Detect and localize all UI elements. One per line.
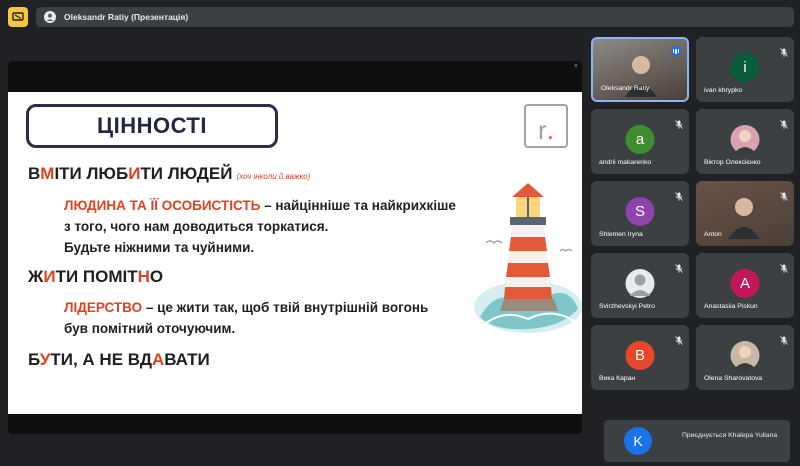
participant-avatar: a <box>625 125 655 154</box>
participant-name: ivan khrypko <box>704 87 743 94</box>
participant-name: Вика Каран <box>599 375 636 382</box>
mic-off-icon <box>780 188 788 201</box>
presentation-stage: × ЦІННОСТІ r. ВМІТИ ЛЮБИТИ ЛЮДЕЙ (хоч інк… <box>8 61 582 434</box>
value-heading-2: ЖИТИ ПОМІТНО <box>28 267 164 286</box>
heading-note: (хоч інколи й важко) <box>236 172 311 181</box>
participant-avatar: i <box>730 53 760 82</box>
mic-off-icon <box>675 332 683 345</box>
participant-tile[interactable]: Svirzhevskyi Petro <box>591 253 689 318</box>
mic-off-icon <box>675 260 683 273</box>
participant-tile[interactable]: Anton <box>696 181 794 246</box>
presentation-slide: ЦІННОСТІ r. ВМІТИ ЛЮБИТИ ЛЮДЕЙ (хоч інкол… <box>8 92 582 414</box>
mic-off-icon <box>780 260 788 273</box>
lighthouse-illustration <box>474 183 582 333</box>
value-description-2: ЛІДЕРСТВО – це жити так, щоб твій внутрі… <box>64 300 429 336</box>
mic-off-icon <box>780 116 788 129</box>
participant-name: Oleksandr Ratiy <box>601 85 650 92</box>
participant-tile[interactable]: A Anastasiia Piskun <box>696 253 794 318</box>
logo: r. <box>524 104 568 148</box>
participant-name: Віктор Олексієнко <box>704 159 761 166</box>
slide-title-box: ЦІННОСТІ <box>26 104 278 148</box>
participant-tile[interactable]: Віктор Олексієнко <box>696 109 794 174</box>
join-notification-text: Приєднується Khalepa Yuliana <box>682 432 778 439</box>
mic-off-icon <box>675 188 683 201</box>
presentation-icon <box>12 12 24 21</box>
participant-name: Shlemen Iryna <box>599 231 643 238</box>
participant-avatar: S <box>625 197 655 226</box>
joining-avatar: K <box>624 427 652 455</box>
join-notification[interactable]: K Приєднується Khalepa Yuliana <box>604 420 790 462</box>
participant-photo <box>730 341 760 370</box>
mic-off-icon <box>675 116 683 129</box>
participant-video <box>726 193 762 239</box>
mic-off-icon <box>780 44 788 57</box>
value-heading-3: БУТИ, А НЕ ВДАВАТИ <box>28 350 210 369</box>
stop-presenting-button[interactable] <box>8 7 28 27</box>
participant-name: Anastasiia Piskun <box>704 303 758 310</box>
participant-tile[interactable]: i ivan khrypko <box>696 37 794 102</box>
top-bar: Oleksandr Ratiy (Презентація) <box>0 0 800 34</box>
value-heading-1: ВМІТИ ЛЮБИТИ ЛЮДЕЙ (хоч інколи й важко) <box>28 164 311 183</box>
mic-off-icon <box>780 332 788 345</box>
participant-avatar: A <box>730 269 760 298</box>
participant-photo <box>730 125 760 154</box>
participant-name: Olena Sharovatova <box>704 375 763 382</box>
speaking-indicator-icon <box>671 46 681 56</box>
participant-tile[interactable]: Olena Sharovatova <box>696 325 794 390</box>
close-icon[interactable]: × <box>574 63 578 70</box>
participant-tile[interactable]: B Вика Каран <box>591 325 689 390</box>
participant-name: andrii makarenko <box>599 159 652 166</box>
participant-name: Svirzhevskyi Petro <box>599 303 655 310</box>
slide-title: ЦІННОСТІ <box>97 113 207 138</box>
value-description-1: ЛЮДИНА ТА ЇЇ ОСОБИСТІСТЬ – найцінніше та… <box>64 198 456 255</box>
presenter-title: Oleksandr Ratiy (Презентація) <box>64 12 189 22</box>
presenter-title-bar[interactable]: Oleksandr Ratiy (Презентація) <box>36 7 794 27</box>
participant-name: Anton <box>704 231 722 238</box>
participant-tile[interactable]: a andrii makarenko <box>591 109 689 174</box>
presenter-avatar-icon <box>44 11 56 23</box>
participant-tile[interactable]: S Shlemen Iryna <box>591 181 689 246</box>
default-avatar-icon <box>625 269 655 298</box>
participant-tile[interactable]: Oleksandr Ratiy <box>591 37 689 102</box>
participant-avatar: B <box>625 341 655 370</box>
